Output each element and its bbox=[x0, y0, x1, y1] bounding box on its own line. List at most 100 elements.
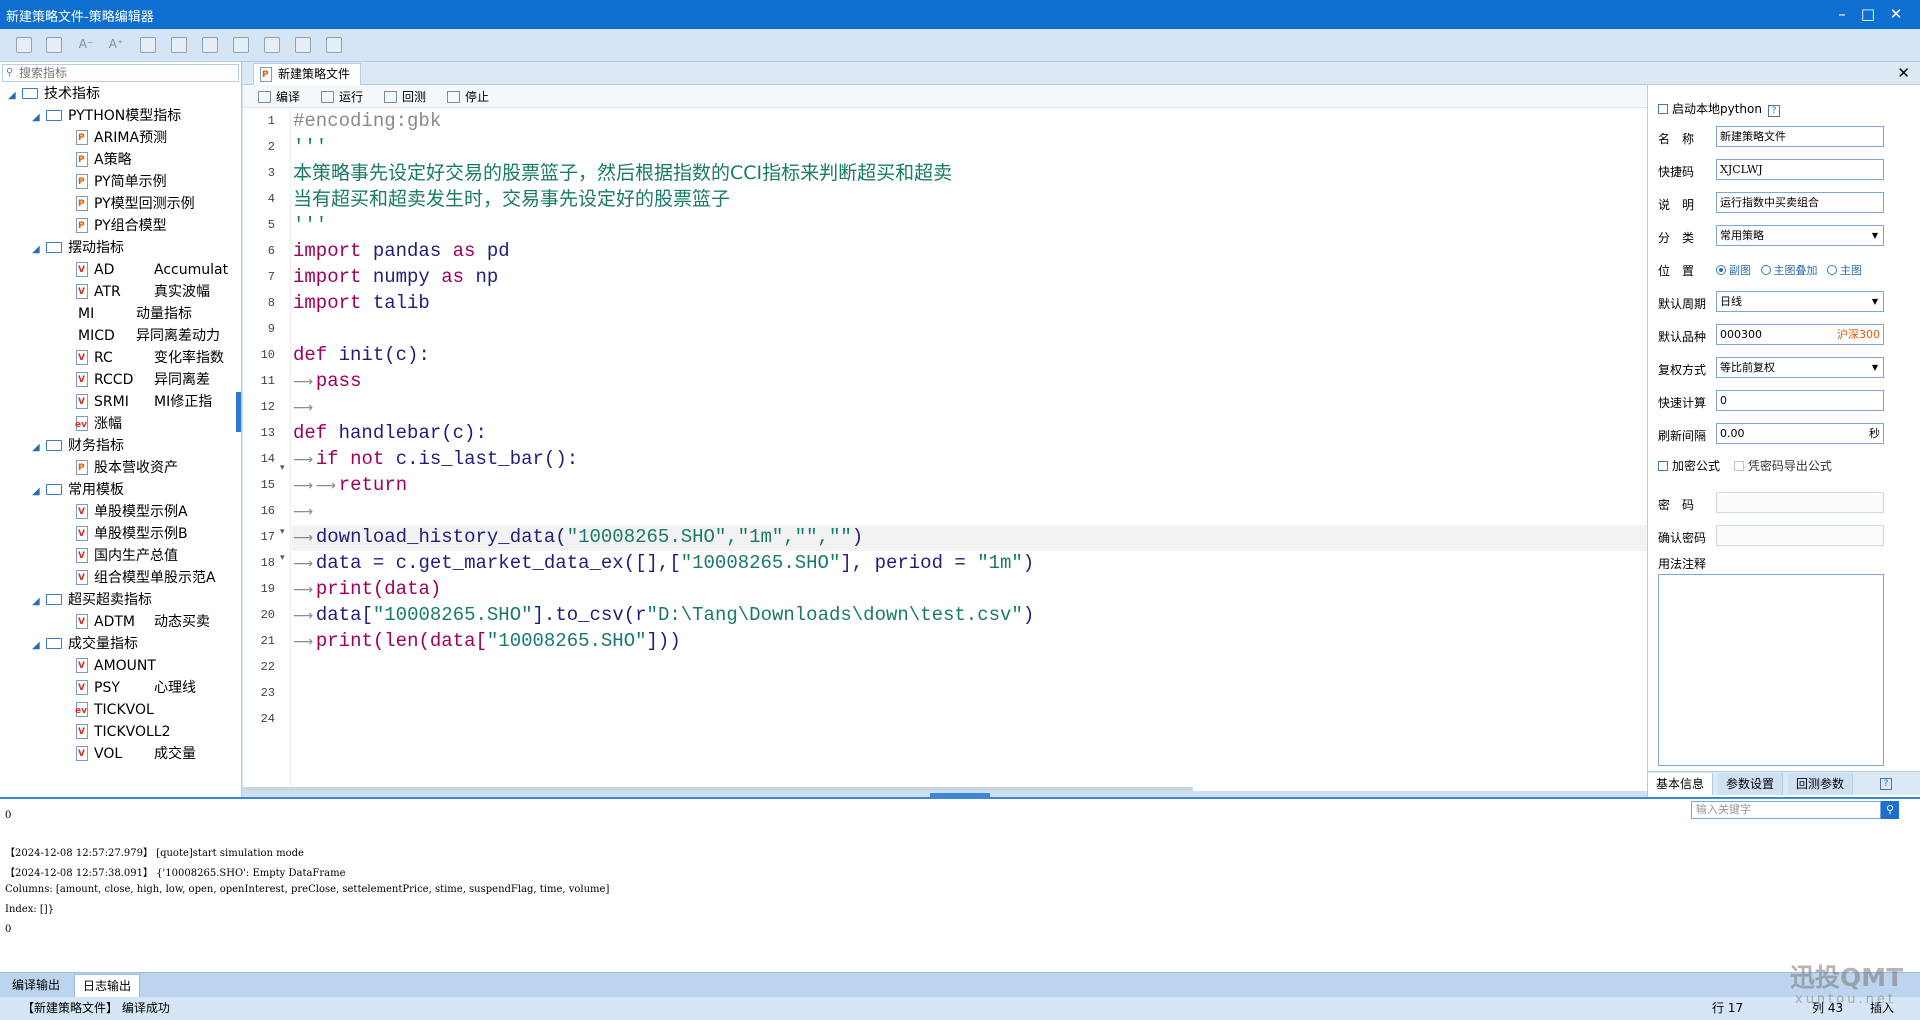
tree-item[interactable]: RCCD 异同离差 bbox=[76, 369, 210, 391]
expand-arrow-icon[interactable]: ◢ bbox=[32, 107, 46, 129]
tree-folder[interactable]: ◢ 财务指标 bbox=[32, 435, 124, 457]
local-python-checkbox[interactable]: 启动本地python? bbox=[1658, 100, 1780, 117]
help-icon[interactable]: ? bbox=[1767, 105, 1780, 117]
export-checkbox[interactable]: 凭密码导出公式 bbox=[1733, 459, 1832, 473]
save-icon[interactable] bbox=[16, 37, 32, 53]
tree-folder[interactable]: ◢ 摆动指标 bbox=[32, 237, 124, 259]
search-icon[interactable]: ⚲ bbox=[1881, 801, 1899, 819]
adjust-select[interactable]: 等比前复权 ▼ bbox=[1716, 357, 1884, 378]
minimize-icon[interactable]: – bbox=[1830, 3, 1854, 25]
tree-item[interactable]: SRMI MI修正指 bbox=[76, 391, 212, 413]
position-radio-main[interactable]: 主图 bbox=[1827, 264, 1862, 277]
close-tab-icon[interactable]: ✕ bbox=[1897, 63, 1910, 83]
maximize-icon[interactable]: □ bbox=[1856, 3, 1880, 25]
fold-marker-icon[interactable]: ▾ bbox=[280, 463, 285, 473]
shortcut-input[interactable]: XJCLWJ bbox=[1716, 159, 1884, 180]
tree-item[interactable]: 组合模型单股示范A bbox=[76, 567, 216, 589]
stop-button[interactable]: 停止 bbox=[447, 88, 489, 106]
tab-new-strategy[interactable]: 新建策略文件 bbox=[253, 63, 361, 85]
python-file-icon bbox=[76, 152, 88, 167]
tree-item[interactable]: PSY 心理线 bbox=[76, 677, 196, 699]
import-icon[interactable] bbox=[140, 37, 156, 53]
tree-folder[interactable]: ◢ 常用模板 bbox=[32, 479, 124, 501]
tree-folder[interactable]: ◢ PYTHON模型指标 bbox=[32, 105, 181, 127]
expand-arrow-icon[interactable]: ◢ bbox=[32, 481, 46, 503]
expand-arrow-icon[interactable]: ◢ bbox=[32, 239, 46, 261]
tab-compile-output[interactable]: 编译输出 bbox=[4, 974, 68, 997]
code-line-6: import pandas as pd bbox=[293, 240, 510, 262]
symbol-input[interactable]: 000300 沪深300 bbox=[1716, 324, 1884, 345]
tree-item[interactable]: 国内生产总值 bbox=[76, 545, 178, 567]
log-line: 【2024-12-08 12:57:27.979】 [quote]start s… bbox=[5, 848, 304, 859]
expand-arrow-icon[interactable]: ◢ bbox=[32, 437, 46, 459]
position-radio-overlay[interactable]: 主图叠加 bbox=[1760, 264, 1818, 277]
tree-label: RCCD bbox=[94, 372, 134, 388]
tree-item[interactable]: AD Accumulat bbox=[76, 259, 228, 281]
replace-icon[interactable] bbox=[233, 37, 249, 53]
tree-item[interactable]: 股本营收资产 bbox=[76, 457, 178, 479]
tree-item[interactable]: AMOUNT bbox=[76, 655, 156, 677]
compile-button[interactable]: 编译 bbox=[258, 88, 300, 106]
tree-item[interactable]: TICKVOLL2 bbox=[76, 721, 171, 743]
tree-item[interactable]: VOL 成交量 bbox=[76, 743, 196, 763]
notes-textarea[interactable] bbox=[1658, 574, 1884, 766]
refresh-input[interactable]: 0.00 秒 bbox=[1716, 423, 1884, 444]
font-increase-icon[interactable]: A⁺ bbox=[108, 37, 124, 53]
tree-item[interactable]: 单股模型示例B bbox=[76, 523, 188, 545]
tree-folder[interactable]: ◢ 成交量指标 bbox=[32, 633, 138, 655]
export-icon[interactable] bbox=[171, 37, 187, 53]
tree-label: AMOUNT bbox=[94, 658, 156, 674]
tree-item[interactable]: MI 动量指标 bbox=[76, 303, 192, 325]
tree-item[interactable]: A策略 bbox=[76, 149, 132, 171]
tab-backtest-params[interactable]: 回测参数 bbox=[1788, 773, 1854, 795]
editor-horizontal-scrollbar[interactable] bbox=[243, 787, 1193, 791]
tree-folder[interactable]: ◢ 技术指标 bbox=[8, 83, 100, 105]
font-decrease-icon[interactable]: A⁻ bbox=[78, 37, 94, 53]
help-doc-icon[interactable] bbox=[326, 37, 342, 53]
tree-item[interactable]: 单股模型示例A bbox=[76, 501, 188, 523]
confirm-password-input[interactable] bbox=[1716, 525, 1884, 546]
tree-item[interactable]: ARIMA预测 bbox=[76, 127, 167, 149]
expand-arrow-icon[interactable]: ◢ bbox=[32, 591, 46, 613]
indicator-search-input[interactable] bbox=[19, 65, 237, 81]
name-input[interactable]: 新建策略文件 bbox=[1716, 126, 1884, 147]
find-icon[interactable] bbox=[202, 37, 218, 53]
tree-item[interactable]: ADTM 动态买卖 bbox=[76, 611, 210, 633]
tree-label: ARIMA预测 bbox=[94, 130, 168, 146]
period-select[interactable]: 日线 ▼ bbox=[1716, 291, 1884, 312]
encrypt-checkbox[interactable]: 加密公式 bbox=[1658, 459, 1720, 473]
tab-basic-info[interactable]: 基本信息 bbox=[1648, 773, 1714, 795]
help-icon[interactable]: ? bbox=[1880, 778, 1892, 790]
fold-marker-icon[interactable]: ▾ bbox=[280, 553, 285, 563]
indicator-search[interactable]: ⚲ bbox=[2, 64, 239, 82]
run-button[interactable]: 运行 bbox=[321, 88, 363, 106]
tree-folder[interactable]: ◢ 超买超卖指标 bbox=[32, 589, 152, 611]
line-number: 20 bbox=[260, 608, 275, 622]
close-window-icon[interactable]: ✕ bbox=[1884, 3, 1908, 25]
save-all-icon[interactable] bbox=[46, 37, 62, 53]
desc-input[interactable]: 运行指数中买卖组合 bbox=[1716, 192, 1884, 213]
tree-item[interactable]: PY模型回测示例 bbox=[76, 193, 195, 215]
fastcalc-input[interactable]: 0 bbox=[1716, 390, 1884, 411]
settings-icon[interactable] bbox=[295, 37, 311, 53]
code-editor[interactable]: 1 2 3 4 5 6 7 8 9 10 11 12 13 14 15 16 17 18 19 20 21 22 23 24 … bbox=[243, 108, 1647, 791]
tree-scrollbar[interactable] bbox=[236, 392, 241, 432]
fold-marker-icon[interactable]: ▾ bbox=[280, 527, 285, 537]
tree-item[interactable]: TICKVOL bbox=[75, 699, 154, 721]
backtest-button[interactable]: 回测 bbox=[384, 88, 426, 106]
tree-item[interactable]: 涨幅 bbox=[75, 413, 122, 435]
category-select[interactable]: 常用策略 ▼ bbox=[1716, 225, 1884, 246]
insert-icon[interactable] bbox=[264, 37, 280, 53]
position-radio-subchart[interactable]: 副图 bbox=[1716, 264, 1751, 277]
tree-item[interactable]: PY组合模型 bbox=[76, 215, 167, 237]
password-input[interactable] bbox=[1716, 492, 1884, 513]
tree-item[interactable]: ATR 真实波幅 bbox=[76, 281, 210, 303]
tree-item[interactable]: PY简单示例 bbox=[76, 171, 167, 193]
tab-param-settings[interactable]: 参数设置 bbox=[1718, 773, 1784, 795]
expand-arrow-icon[interactable]: ◢ bbox=[8, 85, 22, 107]
keyword-search-input[interactable]: 输入关键字 bbox=[1691, 801, 1881, 819]
tree-item[interactable]: RC 变化率指数 bbox=[76, 347, 224, 369]
tab-log-output[interactable]: 日志输出 bbox=[74, 974, 141, 997]
expand-arrow-icon[interactable]: ◢ bbox=[32, 635, 46, 657]
tree-item[interactable]: MICD 异同离差动力 bbox=[76, 325, 220, 347]
